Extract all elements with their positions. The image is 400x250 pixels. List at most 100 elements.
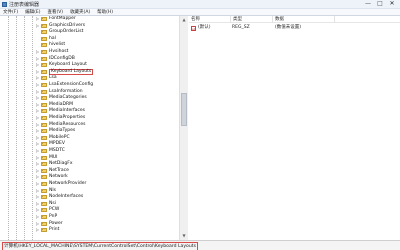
tree-item[interactable]: ▷ Network (0, 174, 180, 180)
expand-arrow-icon[interactable]: ▷ (36, 215, 40, 219)
expand-arrow-icon[interactable]: ▷ (36, 89, 40, 94)
status-key-path: 计算机\HKEY_LOCAL_MACHINE\SYSTEM\CurrentCon… (2, 242, 198, 250)
scroll-down-arrow[interactable]: ▼ (180, 232, 188, 240)
scroll-up-arrow[interactable]: ▲ (180, 16, 188, 24)
folder-icon (41, 76, 47, 81)
tree-item[interactable]: ▷ Keyboard Layout (0, 62, 180, 68)
tree-item[interactable]: ▷ MediaCategories (0, 95, 180, 101)
expand-arrow-icon[interactable]: ▷ (36, 162, 40, 166)
tree-item[interactable]: ▷ MediaProperties (0, 115, 180, 121)
expand-arrow-icon[interactable]: ▷ (36, 208, 40, 212)
folder-icon (41, 109, 47, 114)
folder-icon (41, 168, 47, 173)
tree-item[interactable]: ▷ NodeInterfaces (0, 194, 180, 200)
tree-item[interactable]: hal (0, 36, 180, 42)
tree-item[interactable]: ▷ GraphicsDrivers (0, 23, 180, 29)
value-row[interactable]: ab (默认) REG_SZ (数值未设置) (189, 25, 400, 31)
tree-item[interactable]: GroupOrderList (0, 29, 180, 35)
folder-icon (41, 43, 47, 48)
tree-item[interactable]: ▷ MediaResources (0, 122, 180, 128)
expand-arrow-icon[interactable]: ▷ (36, 188, 40, 193)
tree-item[interactable]: ▷ FontMapper (0, 16, 180, 22)
folder-icon (41, 116, 47, 120)
expand-arrow-icon[interactable]: ▷ (36, 135, 40, 140)
value-type: REG_SZ (232, 25, 250, 30)
menu-view[interactable]: 查看(V) (47, 9, 63, 15)
expand-arrow-icon[interactable]: ▷ (36, 17, 40, 21)
expand-arrow-icon[interactable]: ▷ (36, 83, 40, 87)
registry-tree[interactable]: ▷ FontMapper ▷ GraphicsDrivers GroupOrderLis… (0, 16, 188, 240)
tree-item[interactable]: ▷ NetDiagFx (0, 161, 180, 167)
menu-edit[interactable]: 编辑(E) (25, 9, 40, 15)
expand-arrow-icon[interactable]: ▷ (36, 122, 40, 127)
menu-help[interactable]: 帮助(H) (97, 9, 113, 15)
tree-item-label: IDConfigDB (49, 55, 75, 61)
expand-arrow-icon[interactable]: ▷ (36, 129, 40, 133)
tree-item[interactable]: ▷ MediaDRM (0, 102, 180, 108)
expand-arrow-icon[interactable]: ▷ (36, 195, 40, 199)
tree-item[interactable]: ▷ PnP (0, 214, 180, 220)
tree-item[interactable]: ▷ Hvsihost (0, 49, 180, 55)
expand-arrow-icon[interactable]: ▷ (36, 109, 40, 113)
tree-item[interactable]: ▷ LsaInformation (0, 89, 180, 95)
expand-arrow-icon[interactable]: ▷ (36, 69, 40, 74)
tree-item[interactable]: ▷ MSDTC (0, 148, 180, 154)
tree-item[interactable]: ▷ MobilePC (0, 135, 180, 141)
expand-arrow-icon[interactable]: ▷ (36, 168, 40, 173)
tree-item[interactable]: ▷ Nsi (0, 201, 180, 207)
tree-item[interactable]: ▷ MUI (0, 155, 180, 161)
expand-arrow-icon[interactable]: ▷ (36, 50, 40, 54)
folder-icon (41, 129, 47, 134)
minimize-button[interactable]: — (362, 0, 374, 8)
close-button[interactable]: ✕ (386, 0, 398, 8)
column-header-data[interactable]: 数据 (273, 16, 335, 23)
tree-item[interactable]: ▷ IDConfigDB (0, 56, 180, 62)
tree-item[interactable]: ▷ PCW (0, 207, 180, 213)
tree-item[interactable]: ▷ Lsa (0, 75, 180, 81)
folder-icon (41, 175, 47, 180)
menu-file[interactable]: 文件(F) (3, 9, 18, 15)
expand-arrow-icon[interactable] (36, 43, 40, 47)
tree-item[interactable]: ▷ MediaTypes (0, 128, 180, 134)
tree-item-label: NetworkProvider (49, 181, 87, 186)
tree-item-label: GroupOrderList (49, 29, 84, 35)
tree-item[interactable]: ▷ MPDEV (0, 141, 180, 147)
expand-arrow-icon[interactable]: ▷ (36, 116, 40, 120)
expand-arrow-icon[interactable] (36, 30, 40, 34)
values-pane[interactable]: 名称 类型 数据 ab (默认) REG_SZ (数值未设置) (189, 16, 400, 240)
tree-item-label: MPDEV (49, 141, 65, 147)
expand-arrow-icon[interactable]: ▷ (36, 63, 40, 67)
column-header-name[interactable]: 名称 (189, 16, 231, 23)
tree-item[interactable]: ▷ Power (0, 221, 180, 227)
folder-icon (41, 30, 47, 35)
expand-arrow-icon[interactable]: ▷ (36, 221, 40, 226)
expand-arrow-icon[interactable]: ▷ (36, 56, 40, 61)
expand-arrow-icon[interactable]: ▷ (36, 201, 40, 206)
tree-item-selected[interactable]: ▷ Keyboard Layouts (0, 68, 180, 75)
expand-arrow-icon[interactable]: ▷ (36, 142, 40, 146)
tree-item[interactable]: ▷ Nls (0, 188, 180, 194)
scroll-thumb[interactable] (181, 93, 187, 126)
expand-arrow-icon[interactable]: ▷ (36, 228, 40, 232)
expand-arrow-icon[interactable]: ▷ (36, 96, 40, 100)
expand-arrow-icon[interactable]: ▷ (36, 182, 40, 186)
expand-arrow-icon[interactable]: ▷ (36, 23, 40, 28)
expand-arrow-icon[interactable]: ▷ (36, 175, 40, 179)
expand-arrow-icon[interactable]: ▷ (36, 155, 40, 160)
tree-item[interactable]: ▷ Print (0, 227, 180, 233)
maximize-button[interactable]: □ (374, 0, 386, 8)
expand-arrow-icon[interactable]: ▷ (36, 149, 40, 153)
values-header: 名称 类型 数据 (189, 16, 400, 23)
expand-arrow-icon[interactable]: ▷ (36, 76, 40, 80)
column-header-type[interactable]: 类型 (231, 16, 273, 23)
tree-item[interactable]: ▷ MediaInterfaces (0, 108, 180, 114)
tree-item[interactable]: ▷ LsaExtensionConfig (0, 82, 180, 88)
expand-arrow-icon[interactable] (36, 37, 40, 41)
tree-scrollbar[interactable]: ▲ ▼ (179, 16, 188, 240)
tree-item[interactable]: ▷ NetTrace (0, 168, 180, 174)
tree-item[interactable]: hivelist (0, 42, 180, 48)
tree-item[interactable]: ▷ NetworkProvider (0, 181, 180, 187)
tree-item-label: Print (49, 227, 60, 233)
expand-arrow-icon[interactable]: ▷ (36, 102, 40, 107)
menu-favorites[interactable]: 收藏夹(A) (70, 9, 90, 15)
